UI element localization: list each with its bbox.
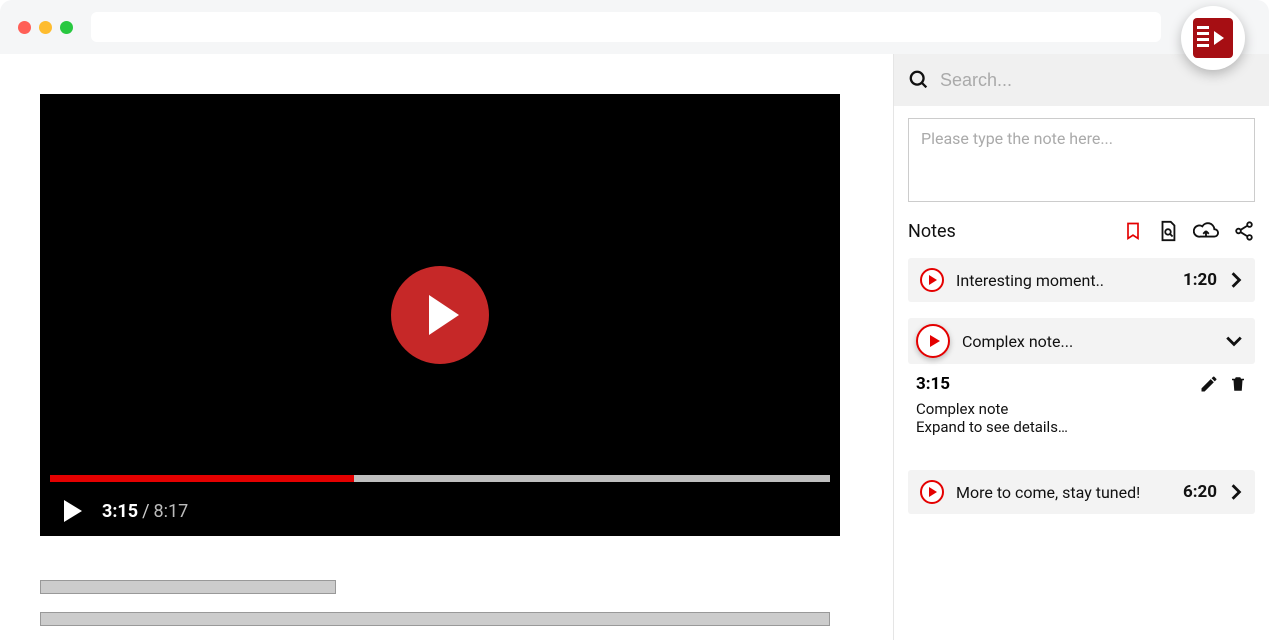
search-icon <box>908 69 930 91</box>
big-play-button[interactable] <box>391 266 489 364</box>
video-duration: 8:17 <box>154 501 189 522</box>
play-icon <box>429 295 459 335</box>
page-search-icon[interactable] <box>1157 220 1179 242</box>
window-frame: 3:15/8:17 Notes <box>0 0 1269 640</box>
edit-icon[interactable] <box>1199 374 1219 394</box>
current-time: 3:15 <box>102 501 138 522</box>
note-text: More to come, stay tuned! <box>956 483 1171 502</box>
bookmark-icon[interactable] <box>1123 220 1143 242</box>
play-icon <box>929 275 937 285</box>
trash-icon[interactable] <box>1229 374 1247 394</box>
extension-badge[interactable] <box>1181 6 1245 70</box>
note-play-button[interactable] <box>920 480 944 504</box>
notes-toolbar <box>1123 220 1255 242</box>
play-icon <box>930 335 940 347</box>
note-text: Complex note... <box>962 332 1213 351</box>
video-player[interactable]: 3:15/8:17 <box>40 94 840 536</box>
placeholder-line <box>40 612 830 626</box>
notes-title: Notes <box>908 221 1123 242</box>
notes-header: Notes <box>908 220 1255 242</box>
video-time: 3:15/8:17 <box>102 501 188 522</box>
note-item[interactable]: More to come, stay tuned! 6:20 <box>908 470 1255 514</box>
placeholder-line <box>40 580 336 594</box>
note-timestamp: 3:15 <box>916 374 1199 394</box>
extension-logo-icon <box>1193 18 1233 58</box>
main-area: 3:15/8:17 <box>0 54 893 640</box>
note-time: 1:20 <box>1183 270 1217 290</box>
video-progress-track[interactable] <box>50 475 830 482</box>
note-play-button[interactable] <box>916 324 950 358</box>
search-input[interactable] <box>940 70 1255 91</box>
video-progress-fill <box>50 475 354 482</box>
chevron-right-icon[interactable] <box>1229 271 1243 289</box>
note-expanded-body: Complex note Expand to see details… <box>908 394 1255 454</box>
window-maximize-button[interactable] <box>60 21 73 34</box>
play-button[interactable] <box>64 500 82 522</box>
cloud-upload-icon[interactable] <box>1193 220 1219 242</box>
note-text: Interesting moment.. <box>956 271 1171 290</box>
content-area: 3:15/8:17 Notes <box>0 54 1269 640</box>
note-item-expanded[interactable]: Complex note... <box>908 318 1255 364</box>
note-play-button[interactable] <box>920 268 944 292</box>
window-minimize-button[interactable] <box>39 21 52 34</box>
window-close-button[interactable] <box>18 21 31 34</box>
video-controls: 3:15/8:17 <box>40 486 840 536</box>
content-placeholder <box>40 580 853 626</box>
note-input[interactable] <box>908 118 1255 202</box>
note-item[interactable]: Interesting moment.. 1:20 <box>908 258 1255 302</box>
traffic-lights <box>18 21 73 34</box>
chevron-down-icon[interactable] <box>1225 334 1243 348</box>
note-time: 6:20 <box>1183 482 1217 502</box>
play-icon <box>929 487 937 497</box>
note-expanded-meta: 3:15 <box>908 374 1255 394</box>
url-bar[interactable] <box>91 12 1161 42</box>
chevron-right-icon[interactable] <box>1229 483 1243 501</box>
sidebar-body: Notes Interesting moment.. 1:20 <box>894 106 1269 526</box>
share-icon[interactable] <box>1233 220 1255 242</box>
title-bar <box>0 0 1269 54</box>
sidebar: Notes Interesting moment.. 1:20 <box>893 54 1269 640</box>
